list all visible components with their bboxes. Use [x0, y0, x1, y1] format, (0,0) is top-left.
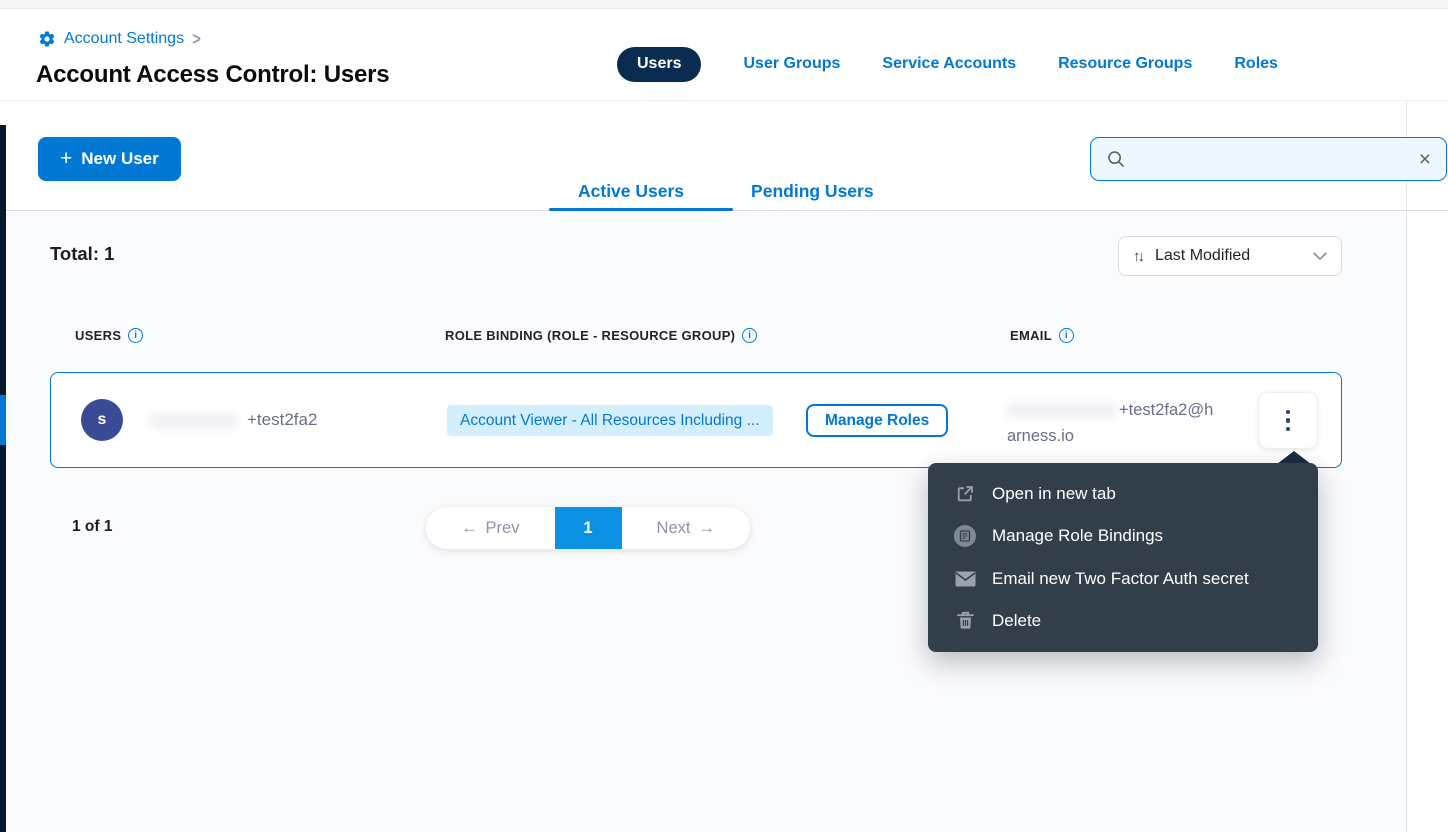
- sort-dropdown[interactable]: ↑↓ Last Modified: [1118, 236, 1342, 276]
- search-input[interactable]: [1136, 151, 1409, 168]
- active-tab-underline: [549, 208, 733, 211]
- menu-item-label: Open in new tab: [992, 484, 1116, 504]
- column-header-email: EMAIL i: [1010, 328, 1074, 343]
- column-header-label: USERS: [75, 328, 121, 343]
- page-info: 1 of 1: [72, 518, 112, 536]
- search-icon: [1106, 149, 1126, 169]
- nav-tab-resource-groups[interactable]: Resource Groups: [1058, 55, 1192, 73]
- column-header-label: EMAIL: [1010, 328, 1052, 343]
- top-strip: [0, 0, 1448, 9]
- left-edge-active-indicator: [0, 395, 6, 445]
- user-state-tabs: Active Users Pending Users: [549, 175, 903, 208]
- sort-icon: ↑↓: [1133, 248, 1145, 265]
- menu-item-manage-role-bindings[interactable]: Manage Role Bindings: [928, 515, 1318, 557]
- breadcrumb-separator: >: [192, 29, 201, 49]
- email-line-2: arness.io: [1007, 423, 1252, 449]
- total-count: Total: 1: [50, 243, 114, 265]
- menu-item-email-2fa-secret[interactable]: Email new Two Factor Auth secret: [928, 558, 1318, 600]
- nav-tab-roles[interactable]: Roles: [1234, 55, 1278, 73]
- breadcrumb[interactable]: Account Settings >: [38, 30, 201, 48]
- chevron-down-icon: [1313, 252, 1327, 260]
- page-title: Account Access Control: Users: [36, 61, 389, 89]
- redacted-email-blur: [1007, 404, 1117, 417]
- context-menu: Open in new tab Manage Role Bindings Ema…: [928, 463, 1318, 652]
- pagination: ← Prev 1 Next →: [426, 507, 750, 549]
- more-options-icon: [1286, 410, 1291, 432]
- breadcrumb-link[interactable]: Account Settings: [64, 30, 184, 48]
- info-icon[interactable]: i: [128, 328, 143, 343]
- account-access-control-page: Account Settings > Account Access Contro…: [0, 0, 1448, 832]
- info-icon[interactable]: i: [742, 328, 757, 343]
- menu-item-label: Delete: [992, 611, 1041, 631]
- nav-tab-users[interactable]: Users: [617, 47, 701, 82]
- search-box[interactable]: ×: [1090, 137, 1447, 181]
- envelope-icon: [953, 571, 977, 587]
- info-icon[interactable]: i: [1059, 328, 1074, 343]
- redacted-name-blur: [150, 414, 238, 427]
- right-gutter: [1407, 212, 1448, 832]
- menu-item-delete[interactable]: Delete: [928, 600, 1318, 642]
- email-line-1: +test2fa2@h: [1119, 397, 1213, 423]
- tab-pending-users[interactable]: Pending Users: [722, 175, 903, 208]
- gear-icon: [38, 30, 56, 48]
- column-header-users: USERS i: [75, 328, 143, 343]
- trash-icon: [953, 611, 977, 630]
- prev-arrow-icon: ←: [461, 519, 478, 538]
- menu-item-label: Email new Two Factor Auth secret: [992, 569, 1249, 589]
- external-link-icon: [953, 484, 977, 504]
- tab-active-users[interactable]: Active Users: [549, 175, 713, 208]
- more-options-button[interactable]: [1258, 392, 1318, 449]
- nav-tab-user-groups[interactable]: User Groups: [743, 55, 840, 73]
- avatar: s: [81, 399, 123, 441]
- new-user-button-label: New User: [81, 149, 158, 169]
- new-user-button[interactable]: + New User: [38, 137, 181, 181]
- nav-tab-service-accounts[interactable]: Service Accounts: [882, 55, 1016, 73]
- next-page-button[interactable]: Next →: [622, 507, 751, 549]
- role-binding-tag: Account Viewer - All Resources Including…: [447, 405, 773, 436]
- clear-search-icon[interactable]: ×: [1419, 149, 1431, 170]
- prev-page-button[interactable]: ← Prev: [426, 507, 555, 549]
- page-header: Account Settings > Account Access Contro…: [0, 9, 1448, 101]
- menu-item-open-in-new-tab[interactable]: Open in new tab: [928, 473, 1318, 515]
- user-name: +test2fa2: [247, 410, 317, 430]
- column-header-label: ROLE BINDING (ROLE - RESOURCE GROUP): [445, 328, 735, 343]
- plus-icon: +: [60, 148, 72, 169]
- next-arrow-icon: →: [698, 519, 715, 538]
- top-nav: Users User Groups Service Accounts Resou…: [617, 46, 1278, 82]
- next-label: Next: [657, 519, 691, 538]
- current-page-button[interactable]: 1: [555, 507, 622, 549]
- user-email: +test2fa2@h arness.io: [1007, 397, 1252, 449]
- prev-label: Prev: [486, 519, 520, 538]
- role-bindings-icon: [953, 525, 977, 547]
- left-edge-strip: [0, 125, 6, 832]
- sort-dropdown-value: Last Modified: [1155, 247, 1303, 265]
- column-header-role-binding: ROLE BINDING (ROLE - RESOURCE GROUP) i: [445, 328, 757, 343]
- menu-item-label: Manage Role Bindings: [992, 526, 1163, 546]
- manage-roles-button[interactable]: Manage Roles: [806, 404, 948, 437]
